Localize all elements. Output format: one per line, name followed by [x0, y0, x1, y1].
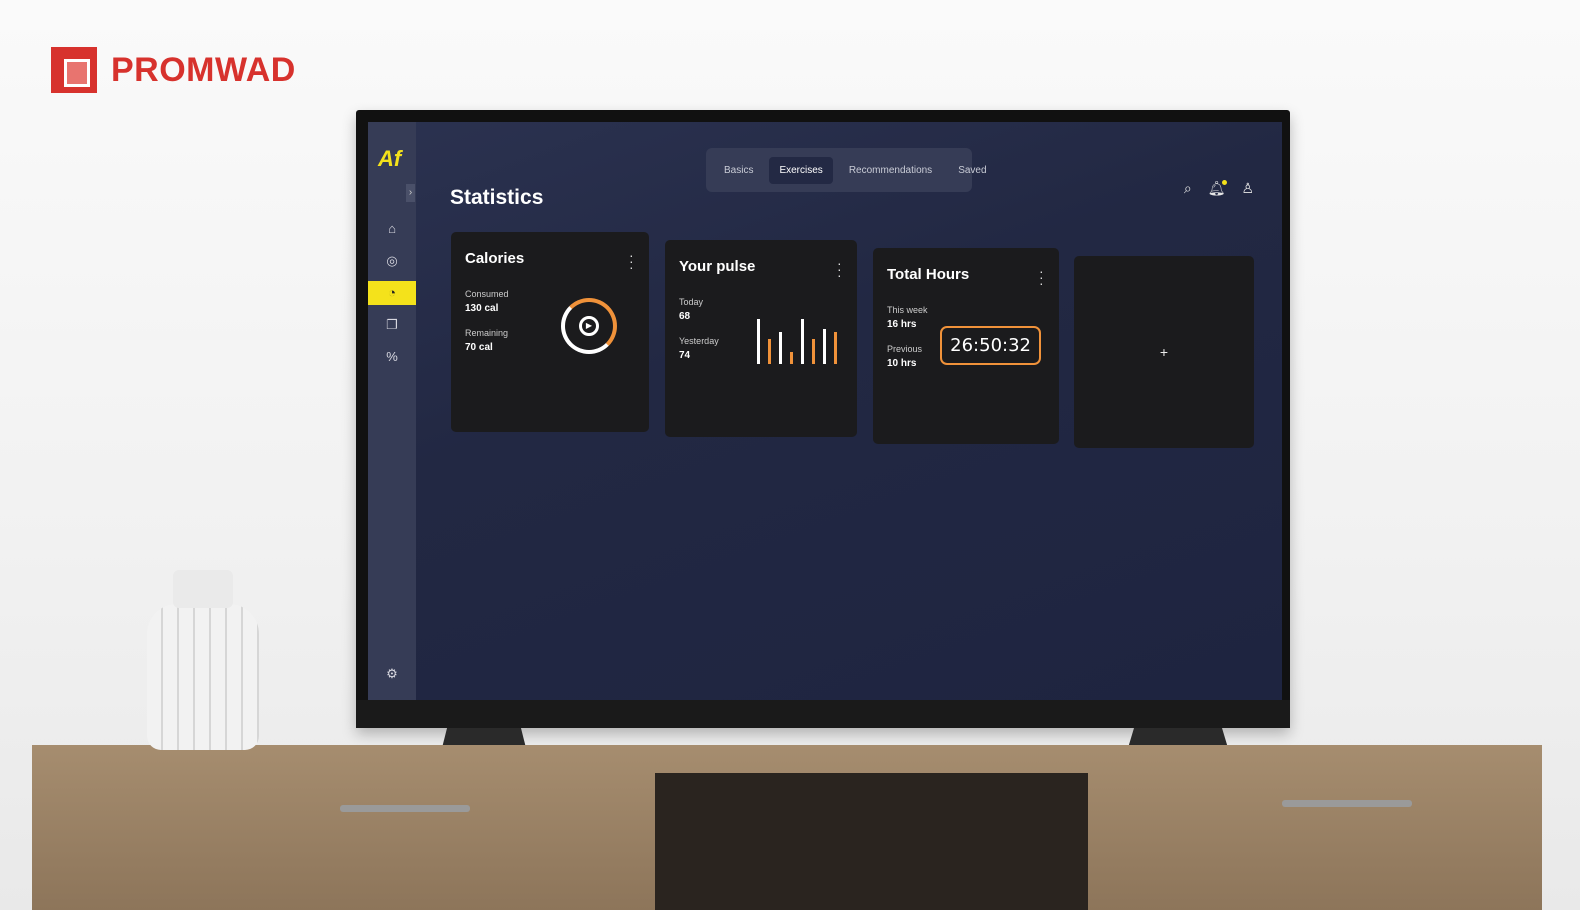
sidebar: Af › ⌂ ◎ ◔ ❐ % ⚙ [368, 122, 416, 700]
more-icon[interactable]: · · · [629, 248, 634, 274]
pulse-card: Your pulse · · · Today 68 Yesterday 74 [665, 240, 857, 437]
tab-bar: Basics Exercises Recommendations Saved [706, 148, 987, 192]
consumed-label: Consumed [465, 289, 509, 299]
tab-basics[interactable]: Basics [714, 157, 763, 184]
bell-icon[interactable]: 🔔︎ [1208, 180, 1228, 197]
drawer-handle-left [340, 805, 470, 812]
pulse-bar [834, 331, 837, 364]
tv-bezel-bottom [356, 700, 1290, 728]
play-icon[interactable]: ▶ [579, 316, 599, 336]
total-hours-card: Total Hours · · · This week 16 hrs Previou… [873, 248, 1059, 444]
vase [147, 570, 259, 750]
today-label: Today [679, 297, 704, 307]
header-icons: ⌕ 🔔︎ ♙ [1184, 180, 1254, 197]
promwad-logo: PROMWAD [51, 47, 296, 93]
expand-sidebar-button[interactable]: › [406, 184, 415, 202]
timer-display: 26:50:32 [940, 326, 1041, 365]
more-icon[interactable]: · · · [1039, 264, 1044, 290]
week-label: This week [887, 305, 928, 315]
pulse-bar [812, 339, 815, 364]
add-widget-card[interactable]: + [1074, 256, 1254, 448]
copy-icon[interactable]: ❐ [368, 313, 416, 337]
tab-saved[interactable]: Saved [948, 157, 996, 184]
pie-chart-icon[interactable]: ◔ [368, 281, 416, 305]
page-title: Statistics [450, 186, 544, 209]
pulse-bar [779, 331, 782, 364]
tab-exercises[interactable]: Exercises [769, 156, 833, 184]
pulse-bar [768, 339, 771, 364]
gear-icon[interactable]: ⚙ [368, 662, 416, 686]
calorie-dial: ▶ [561, 298, 617, 354]
calories-card: Calories · · · Consumed 130 cal Remaining … [451, 232, 649, 432]
home-icon[interactable]: ⌂ [368, 217, 416, 241]
cabinet-opening [655, 773, 1088, 910]
logo-text: PROMWAD [111, 50, 296, 89]
pulse-bars [757, 314, 837, 364]
card-title: Your pulse [679, 258, 756, 275]
pulse-bar [757, 319, 760, 364]
vase-neck [173, 570, 233, 608]
plus-icon[interactable]: + [1160, 344, 1168, 360]
user-icon[interactable]: ♙ [1241, 180, 1254, 197]
tv-screen: Af › ⌂ ◎ ◔ ❐ % ⚙ Basics Exercises Recomm… [368, 122, 1282, 700]
percent-icon[interactable]: % [368, 345, 416, 369]
vase-body [147, 604, 259, 750]
tv-cabinet [32, 745, 1542, 910]
card-title: Total Hours [887, 266, 970, 283]
pulse-bar [823, 329, 826, 364]
drawer-handle-right [1282, 800, 1412, 807]
logo-chip-icon [51, 47, 97, 93]
card-title: Calories [465, 250, 525, 267]
pulse-bar [801, 319, 804, 364]
search-icon[interactable]: ⌕ [1184, 180, 1192, 197]
app-logo: Af [378, 146, 402, 171]
more-icon[interactable]: · · · [837, 256, 842, 282]
pulse-bar [790, 351, 793, 364]
tab-recommendations[interactable]: Recommendations [839, 157, 942, 184]
check-circle-icon[interactable]: ◎ [368, 249, 416, 273]
